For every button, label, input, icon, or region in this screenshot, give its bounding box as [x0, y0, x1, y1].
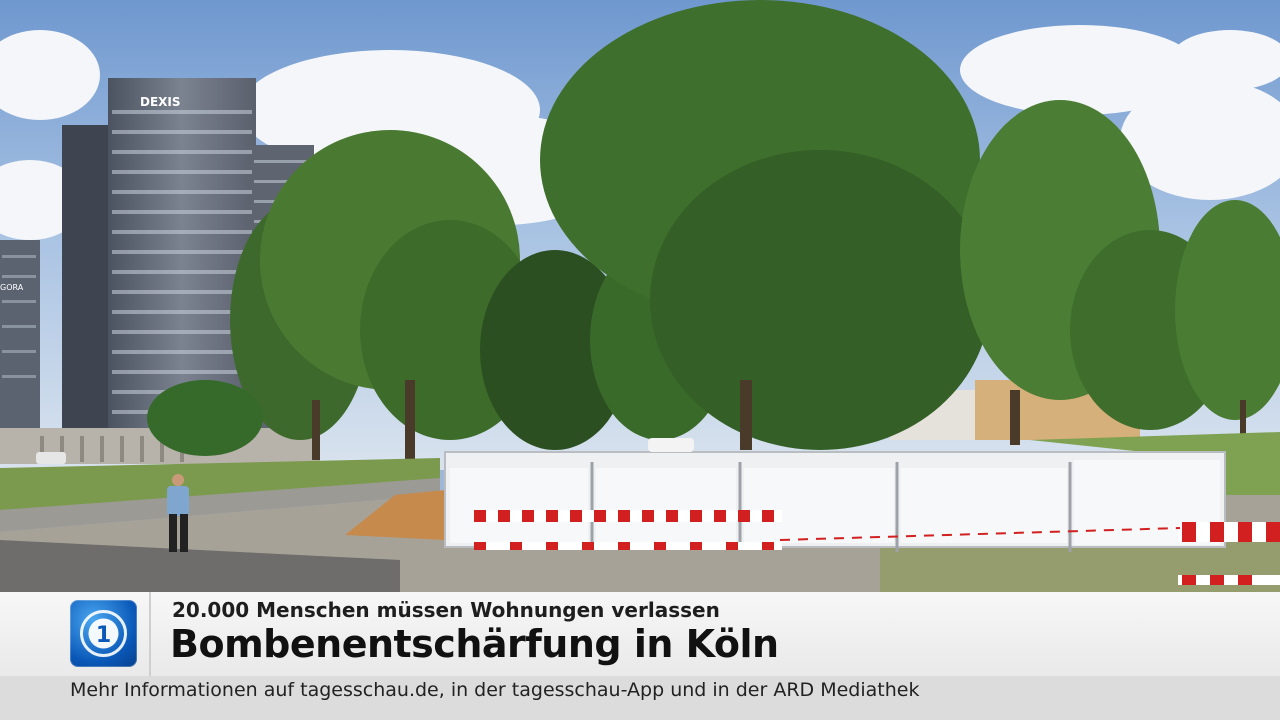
banner-divider: [149, 592, 151, 676]
building-sign: DEXIS: [140, 95, 181, 109]
white-car: [648, 438, 694, 452]
tagesschau-logo: 1: [70, 600, 137, 667]
street-scene: GORA DEXIS: [0, 0, 1280, 592]
logo-number: 1: [96, 623, 111, 648]
news-headline: Bombenentschärfung in Köln: [170, 622, 779, 666]
ticker-text: Mehr Informationen auf tagesschau.de, in…: [70, 679, 920, 701]
lower-third-banner: 1 20.000 Menschen müssen Wohnungen verla…: [0, 592, 1280, 676]
info-ticker: Mehr Informationen auf tagesschau.de, in…: [0, 676, 1280, 720]
left-building: [0, 240, 40, 435]
tower-side: [62, 125, 112, 435]
video-frame: GORA DEXIS: [0, 0, 1280, 592]
tagesschau-1-logo-icon: 1: [80, 610, 127, 657]
building-sign-left: GORA: [0, 283, 24, 292]
news-subtitle: 20.000 Menschen müssen Wohnungen verlass…: [172, 598, 720, 622]
construction-fence: [444, 451, 1226, 552]
